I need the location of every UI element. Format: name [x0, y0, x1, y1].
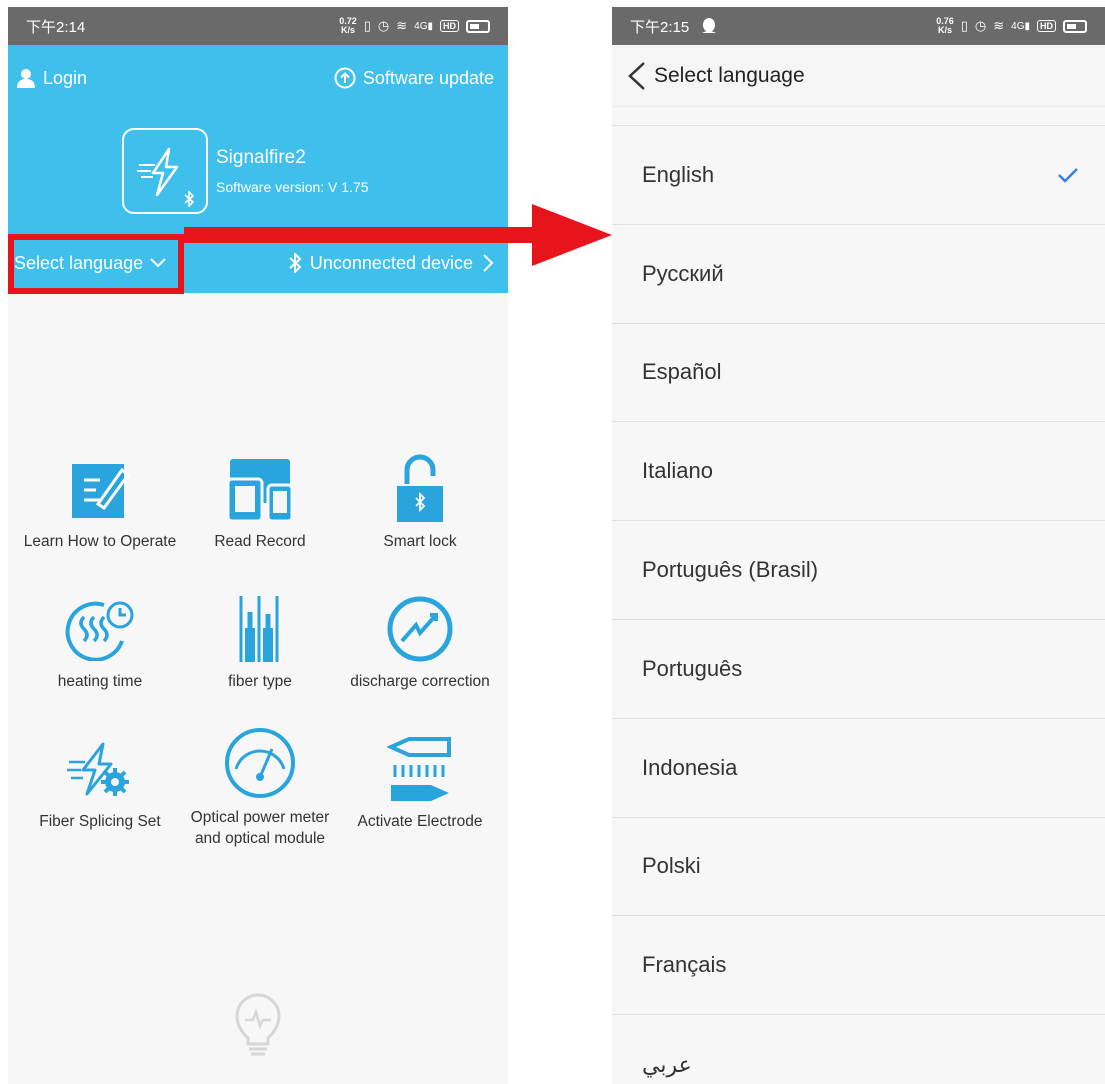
lock-bluetooth-icon — [395, 447, 445, 531]
language-item-polish[interactable]: Polski — [612, 818, 1105, 917]
menu-activate-electrode[interactable]: Activate Electrode — [340, 727, 500, 853]
vibrate-icon: ▯ — [363, 18, 371, 33]
language-item-italian[interactable]: Italiano — [612, 422, 1105, 522]
heating-timer-icon — [64, 587, 136, 671]
status-icons: 0.76 K/s ▯ ◷ ≋ 4G▮ HD — [936, 17, 1087, 35]
vibrate-icon: ▯ — [960, 18, 968, 33]
status-bar: 下午2:15 0.76 K/s ▯ ◷ ≋ 4G▮ HD — [612, 7, 1105, 45]
wifi-icon: ≋ — [993, 18, 1005, 33]
user-icon — [17, 69, 35, 88]
alarm-icon: ◷ — [377, 18, 390, 33]
signal-icon: 4G▮ — [414, 20, 433, 32]
language-item-russian[interactable]: Русский — [612, 225, 1105, 324]
status-icons: 0.72 K/s ▯ ◷ ≋ 4G▮ HD — [339, 17, 490, 35]
notification-penguin-icon — [702, 18, 717, 33]
network-speed: 0.76 K/s — [936, 16, 954, 35]
menu-heating-time[interactable]: heating time — [20, 587, 180, 713]
navigation-bar: Select language — [612, 45, 1105, 107]
status-bar: 下午2:14 0.72 K/s ▯ ◷ ≋ 4G▮ HD — [8, 7, 508, 45]
menu-fiber-splicing-set[interactable]: Fiber Splicing Set — [20, 727, 180, 853]
hd-icon: HD — [440, 20, 459, 32]
status-time: 下午2:15 — [630, 18, 690, 36]
page-title: Select language — [654, 63, 805, 87]
status-time: 下午2:14 — [26, 18, 86, 36]
language-list: English Русский Español Italiano Portugu… — [612, 125, 1105, 1084]
gauge-icon — [224, 727, 296, 799]
menu-optical-power-meter[interactable]: Optical power meter and optical module — [180, 727, 340, 853]
app-version: Software version: V 1.75 — [216, 179, 369, 195]
battery-icon — [466, 19, 490, 33]
splicing-gear-icon — [67, 727, 133, 811]
menu-learn-how-to-operate[interactable]: Learn How to Operate — [20, 447, 180, 573]
checkmark-icon — [1058, 168, 1078, 183]
language-item-portuguese-brazil[interactable]: Português (Brasil) — [612, 521, 1105, 620]
menu-discharge-correction[interactable]: discharge correction — [340, 587, 500, 713]
back-chevron-icon[interactable] — [626, 61, 648, 91]
language-item-english[interactable]: English — [612, 126, 1105, 225]
red-arrow-icon — [184, 204, 612, 266]
edit-document-icon — [70, 447, 130, 531]
login-button[interactable]: Login — [16, 67, 87, 89]
menu-fiber-type[interactable]: fiber type — [180, 587, 340, 713]
highlight-box — [8, 234, 184, 294]
language-item-spanish[interactable]: Español — [612, 324, 1105, 423]
software-update-label: Software update — [362, 67, 494, 88]
wifi-icon: ≋ — [396, 18, 408, 33]
network-speed: 0.72 K/s — [339, 16, 357, 35]
discharge-icon — [386, 587, 454, 671]
devices-icon — [226, 447, 294, 531]
software-update-button[interactable]: Software update — [334, 67, 494, 89]
lightbulb-icon[interactable] — [233, 992, 283, 1063]
upload-circle-icon — [334, 67, 356, 89]
language-item-portuguese[interactable]: Português — [612, 620, 1105, 719]
left-phone-screen: 下午2:14 0.72 K/s ▯ ◷ ≋ 4G▮ HD Login Softwa… — [8, 7, 508, 1084]
signal-icon: 4G▮ — [1011, 20, 1030, 32]
login-label: Login — [43, 67, 88, 88]
battery-icon — [1063, 19, 1087, 33]
feature-grid: Learn How to Operate Read Record Smart l… — [20, 447, 496, 853]
electrode-icon — [387, 727, 453, 811]
language-item-french[interactable]: Français — [612, 916, 1105, 1016]
language-item-indonesian[interactable]: Indonesia — [612, 719, 1105, 818]
hd-icon: HD — [1037, 20, 1056, 32]
alarm-icon: ◷ — [974, 18, 987, 33]
app-name: Signalfire2 — [216, 147, 306, 168]
fiber-type-icon — [229, 587, 291, 671]
right-phone-screen: 下午2:15 0.76 K/s ▯ ◷ ≋ 4G▮ HD Select langu… — [612, 7, 1105, 1084]
menu-smart-lock[interactable]: Smart lock — [340, 447, 500, 573]
menu-read-record[interactable]: Read Record — [180, 447, 340, 573]
language-item-arabic[interactable]: عربي — [612, 1015, 1105, 1084]
